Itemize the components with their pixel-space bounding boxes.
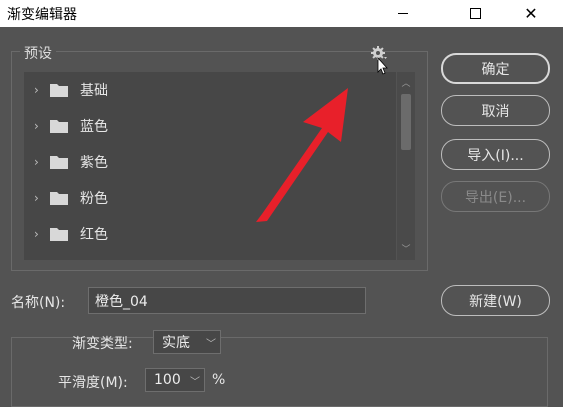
- mouse-cursor-icon: [377, 56, 388, 75]
- arrow-shape: [256, 88, 348, 222]
- annotation-arrow: [256, 56, 388, 222]
